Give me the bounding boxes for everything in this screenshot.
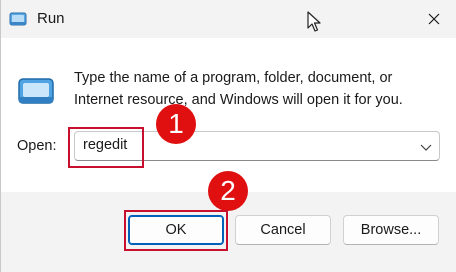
step-badge-2: 2 [208,171,248,211]
highlight-box-input [68,127,144,168]
run-app-icon [9,11,27,27]
highlight-box-ok [124,210,228,251]
chevron-down-icon[interactable] [419,140,433,152]
mouse-cursor-icon [307,11,321,33]
close-button[interactable] [411,0,456,38]
run-dialog: Run Type the name of a program, folder, … [0,0,456,272]
title-bar[interactable]: Run [1,0,456,38]
cancel-button[interactable]: Cancel [235,215,331,245]
browse-button[interactable]: Browse... [343,215,439,245]
close-icon [428,13,440,25]
step-badge-1: 1 [156,104,196,144]
open-label: Open: [17,138,57,154]
run-app-icon [17,76,55,106]
dialog-content: Type the name of a program, folder, docu… [1,38,456,192]
window-title: Run [37,10,65,27]
dialog-description: Type the name of a program, folder, docu… [74,70,403,108]
